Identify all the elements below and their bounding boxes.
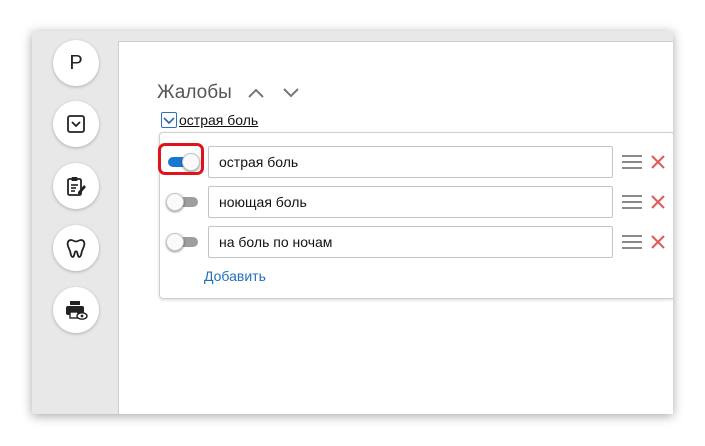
dropdown-chevron-box — [161, 112, 177, 128]
sidebar-item-dental[interactable] — [53, 225, 99, 271]
complaint-input[interactable] — [208, 226, 613, 258]
print-preview-icon — [66, 301, 88, 320]
drag-handle-icon[interactable] — [622, 234, 642, 250]
delete-icon[interactable] — [650, 194, 666, 210]
clipboard-edit-icon — [67, 177, 86, 196]
sidebar: P — [32, 31, 118, 414]
complaint-input[interactable] — [208, 146, 613, 178]
toggle-knob — [166, 233, 184, 251]
complaints-panel: Добавить — [158, 132, 673, 299]
drag-handle-icon[interactable] — [622, 194, 642, 210]
chevron-down-icon[interactable] — [282, 86, 300, 100]
toggle-knob — [166, 193, 184, 211]
delete-icon[interactable] — [650, 154, 666, 170]
list-item — [160, 186, 673, 218]
complaint-input[interactable] — [208, 186, 613, 218]
sidebar-item-print[interactable] — [53, 287, 99, 333]
sidebar-item-profile[interactable]: P — [53, 40, 99, 86]
complaints-dropdown-toggle[interactable]: острая боль — [161, 112, 258, 128]
section-title: Жалобы — [157, 82, 232, 103]
chevron-up-icon[interactable] — [247, 86, 265, 100]
highlight-annotation — [158, 143, 204, 175]
chevron-box-icon — [67, 115, 85, 133]
complaint-toggle[interactable] — [166, 232, 200, 252]
chevron-down-icon — [163, 117, 175, 125]
delete-icon[interactable] — [650, 234, 666, 250]
sidebar-item-notes[interactable] — [53, 163, 99, 209]
list-item — [160, 226, 673, 258]
app-window: P Жалобы острая боль острая боль ноющая … — [32, 31, 673, 414]
complaint-toggle[interactable] — [166, 192, 200, 212]
main-content: Жалобы острая боль острая боль ноющая бо… — [118, 41, 673, 414]
tooth-icon — [66, 239, 86, 258]
profile-letter: P — [69, 51, 83, 74]
sidebar-item-collapse[interactable] — [53, 101, 99, 147]
list-item — [158, 143, 673, 178]
drag-handle-icon[interactable] — [622, 154, 642, 170]
selected-summary: острая боль — [179, 112, 259, 128]
add-complaint-link[interactable]: Добавить — [204, 268, 266, 284]
